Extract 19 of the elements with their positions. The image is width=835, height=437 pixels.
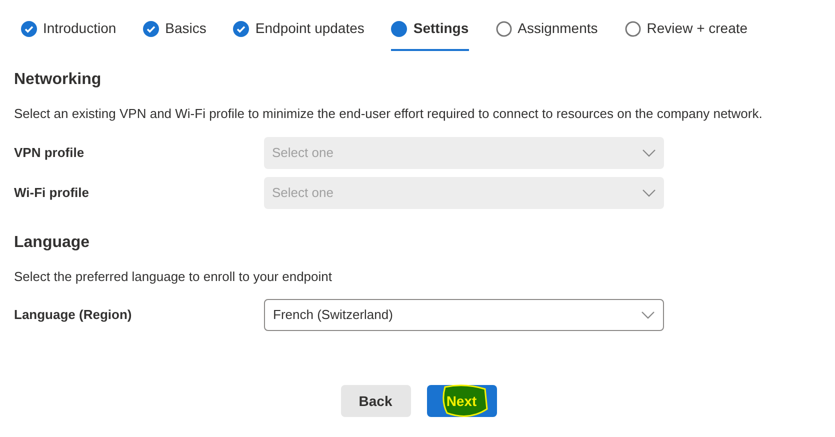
next-button[interactable]: Next (426, 385, 496, 417)
chevron-down-icon (642, 148, 656, 156)
wizard-step-tab[interactable]: Endpoint updates (233, 18, 364, 51)
wizard-step-tab[interactable]: Basics (143, 18, 206, 51)
field-label: Language (Region) (14, 306, 133, 324)
wizard-step-tab[interactable]: Assignments (496, 18, 598, 51)
wizard-step-tab[interactable]: Settings (391, 18, 469, 51)
section-heading: Networking (14, 70, 102, 90)
dropdown-field[interactable]: French (Switzerland) (264, 299, 664, 331)
section-heading: Language (14, 232, 91, 252)
wizard-step-tab[interactable]: Introduction (21, 18, 116, 51)
section-description: Select the preferred language to enroll to your endpoint (14, 268, 333, 286)
field-label: Wi-Fi profile (14, 184, 90, 202)
back-button[interactable]: Back (340, 385, 410, 417)
chevron-down-icon (641, 311, 655, 319)
field-label: VPN profile (14, 144, 86, 162)
wizard-step-tab[interactable]: Review + create (624, 18, 748, 51)
chevron-down-icon (642, 188, 656, 196)
section-description: Select an existing VPN and Wi-Fi profile to minimize the end-user effort required to connect to resources on the company network. (14, 105, 764, 123)
